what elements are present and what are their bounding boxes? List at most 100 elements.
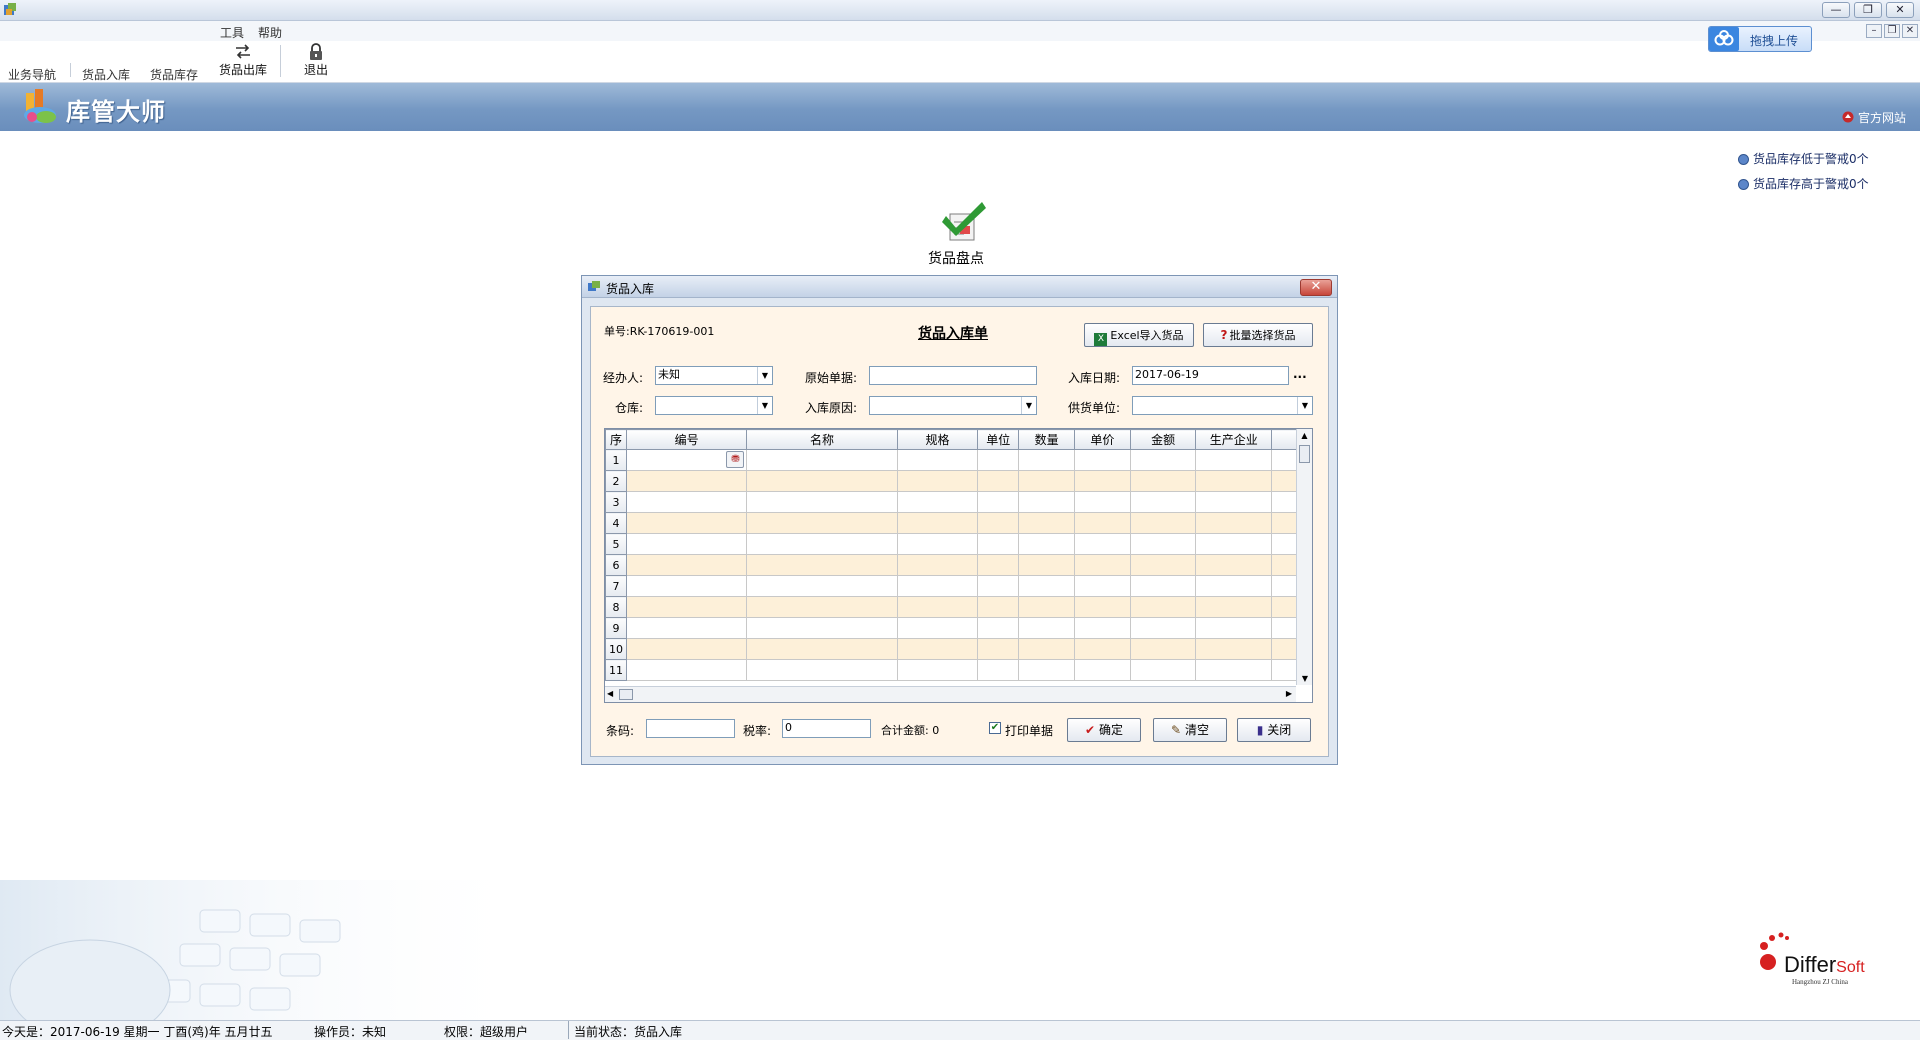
table-row[interactable]: 4 — [605, 512, 1312, 534]
toolbar-exit-button[interactable]: 退出 — [296, 43, 336, 78]
grid-column-header[interactable]: 规格 — [896, 429, 979, 450]
grid-cell[interactable] — [1129, 617, 1197, 639]
dropdown-arrow-icon[interactable]: ▼ — [1021, 397, 1036, 414]
dialog-close-button[interactable]: ✕ — [1300, 279, 1332, 296]
grid-cell[interactable] — [1073, 575, 1131, 597]
grid-cell[interactable] — [1018, 659, 1075, 681]
grid-cell[interactable] — [625, 512, 748, 534]
grid-cell[interactable] — [1018, 554, 1075, 576]
menu-help[interactable]: 帮助 — [258, 24, 282, 41]
grid-column-header[interactable]: 生产企业 — [1195, 429, 1273, 450]
grid-cell[interactable] — [1073, 470, 1131, 492]
grid-cell[interactable] — [1129, 575, 1197, 597]
grid-cell[interactable] — [625, 554, 748, 576]
minimize-button[interactable]: — — [1822, 2, 1850, 18]
grid-cell[interactable] — [1129, 449, 1197, 471]
official-site-link[interactable]: 官方网站 — [1858, 109, 1906, 126]
grid-cell[interactable] — [896, 491, 979, 513]
grid-cell[interactable] — [1195, 554, 1273, 576]
grid-cell[interactable] — [977, 617, 1020, 639]
grid-cell[interactable] — [896, 533, 979, 555]
dropdown-arrow-icon[interactable]: ▼ — [757, 397, 772, 414]
grid-column-header[interactable]: 金额 — [1129, 429, 1197, 450]
grid-cell[interactable] — [1195, 617, 1273, 639]
grid-cell[interactable] — [1129, 554, 1197, 576]
grid-column-header[interactable]: 名称 — [746, 429, 898, 450]
scroll-right-icon[interactable]: ▶ — [1286, 689, 1292, 698]
grid-cell[interactable] — [746, 554, 898, 576]
date-input[interactable]: 2017-06-19 — [1132, 366, 1289, 385]
scroll-down-icon[interactable]: ▼ — [1297, 674, 1313, 683]
grid-cell[interactable] — [977, 512, 1020, 534]
close-window-button[interactable]: ✕ — [1886, 2, 1914, 18]
grid-cell[interactable] — [1073, 449, 1131, 471]
toolbar-nav-button[interactable]: 业务导航 — [8, 66, 56, 82]
tax-rate-input[interactable]: 0 — [782, 719, 871, 738]
grid-cell[interactable] — [1018, 638, 1075, 660]
grid-cell[interactable] — [1073, 491, 1131, 513]
grid-cell[interactable] — [625, 638, 748, 660]
table-row[interactable]: 3 — [605, 491, 1312, 513]
grid-cell[interactable] — [746, 533, 898, 555]
grid-cell[interactable] — [1018, 449, 1075, 471]
grid-cell[interactable] — [1129, 491, 1197, 513]
grid-cell[interactable] — [1073, 659, 1131, 681]
grid-cell[interactable] — [625, 659, 748, 681]
grid-cell[interactable] — [1129, 470, 1197, 492]
grid-cell[interactable] — [977, 638, 1020, 660]
grid-cell[interactable] — [1195, 659, 1273, 681]
handler-select[interactable]: 未知 ▼ — [655, 366, 773, 385]
table-row[interactable]: 1 ⛃ — [605, 449, 1312, 471]
items-grid[interactable]: 序编号 名称 规格 单位 数量 单价 金额 生产企业 1 ⛃ 2 3 4 5 6 7 8 9 10 11 — [604, 428, 1313, 703]
grid-cell[interactable] — [977, 470, 1020, 492]
table-row[interactable]: 2 — [605, 470, 1312, 492]
grid-cell[interactable] — [1129, 659, 1197, 681]
grid-cell[interactable] — [625, 533, 748, 555]
grid-cell[interactable] — [977, 554, 1020, 576]
toolbar-stock-out-button[interactable]: 货品出库 — [216, 43, 270, 78]
mdi-minimize-button[interactable]: – — [1866, 24, 1882, 38]
grid-cell[interactable] — [896, 659, 979, 681]
grid-column-header[interactable]: 单价 — [1073, 429, 1131, 450]
grid-cell[interactable] — [746, 659, 898, 681]
low-stock-warning[interactable]: 货品库存低于警戒0个 — [1738, 150, 1869, 167]
grid-cell[interactable] — [896, 470, 979, 492]
close-button[interactable]: ▮ 关闭 — [1237, 718, 1311, 742]
grid-horizontal-scrollbar[interactable]: ◀ ▶ — [605, 686, 1296, 702]
grid-cell[interactable] — [1129, 512, 1197, 534]
grid-cell[interactable] — [746, 575, 898, 597]
original-doc-input[interactable] — [869, 366, 1037, 385]
grid-cell[interactable] — [1195, 638, 1273, 660]
grid-cell[interactable] — [1018, 470, 1075, 492]
table-row[interactable]: 7 — [605, 575, 1312, 597]
grid-cell[interactable] — [977, 491, 1020, 513]
grid-cell[interactable] — [746, 596, 898, 618]
excel-import-button[interactable]: X Excel导入货品 — [1084, 323, 1194, 347]
grid-cell[interactable] — [1018, 512, 1075, 534]
grid-cell[interactable] — [1129, 533, 1197, 555]
grid-cell[interactable] — [1195, 533, 1273, 555]
grid-cell[interactable] — [625, 491, 748, 513]
grid-cell[interactable] — [896, 575, 979, 597]
grid-cell[interactable] — [1073, 596, 1131, 618]
vertical-scroll-thumb[interactable] — [1299, 445, 1310, 463]
grid-cell[interactable] — [1018, 575, 1075, 597]
grid-cell[interactable] — [977, 449, 1020, 471]
grid-cell[interactable] — [977, 596, 1020, 618]
grid-cell[interactable] — [896, 449, 979, 471]
mdi-restore-button[interactable]: ❐ — [1884, 24, 1900, 38]
dropdown-arrow-icon[interactable]: ▼ — [1297, 397, 1312, 414]
clear-button[interactable]: ✎ 清空 — [1153, 718, 1227, 742]
grid-cell[interactable] — [1018, 533, 1075, 555]
grid-cell[interactable] — [896, 554, 979, 576]
grid-cell[interactable] — [896, 512, 979, 534]
scroll-left-icon[interactable]: ◀ — [607, 689, 613, 698]
grid-cell[interactable] — [625, 470, 748, 492]
grid-vertical-scrollbar[interactable]: ▲ ▼ — [1296, 429, 1312, 685]
grid-cell[interactable] — [1073, 617, 1131, 639]
grid-cell[interactable] — [1195, 470, 1273, 492]
grid-cell[interactable] — [977, 659, 1020, 681]
grid-cell[interactable] — [746, 617, 898, 639]
grid-cell[interactable] — [1195, 491, 1273, 513]
grid-cell[interactable] — [1073, 512, 1131, 534]
